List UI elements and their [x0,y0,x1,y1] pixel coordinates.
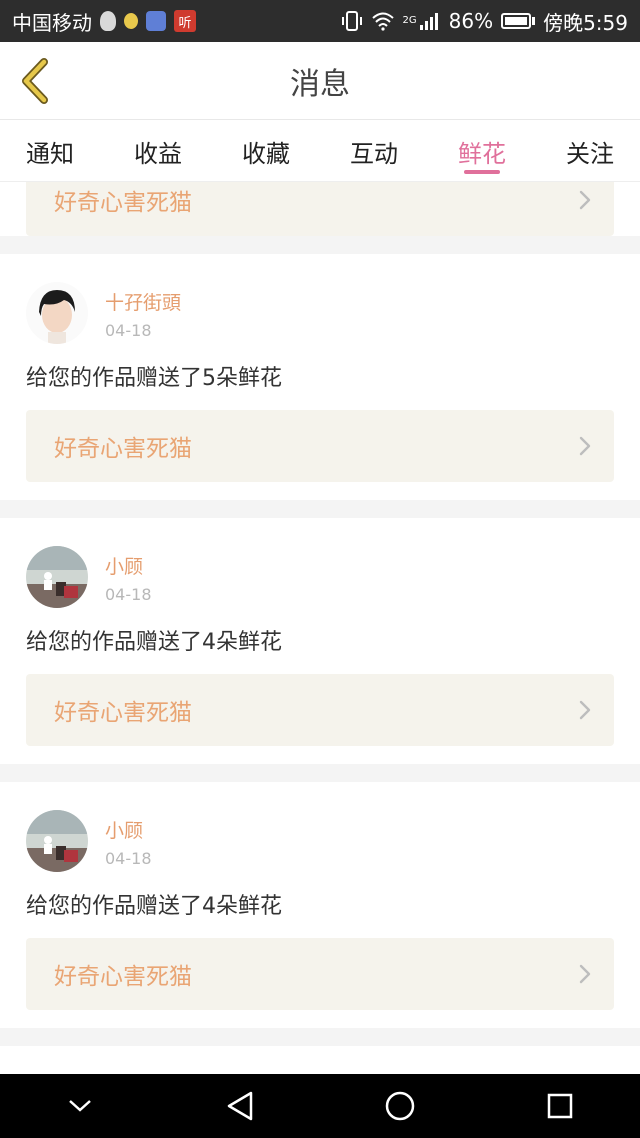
chevron-right-icon [579,190,591,210]
recents-button[interactable] [540,1086,580,1126]
header-bar: 消息 [0,42,640,120]
tab-label: 收藏 [242,140,290,168]
tab-earnings[interactable]: 收益 [134,120,182,181]
feed-card: 小顾 04-18 给您的作品赠送了4朵鲜花 好奇心害死猫 [0,518,640,764]
clock: 傍晚5:59 [543,10,628,35]
message-date: 04-18 [105,585,152,604]
network-label: 2G [402,14,417,26]
status-right: 2G 86% 傍晚5:59 [341,7,628,36]
tab-favorites[interactable]: 收藏 [242,120,290,181]
user-row: 小顾 04-18 [26,782,614,872]
feed-card: 十孖街頭 04-18 给您的作品赠送了5朵鲜花 好奇心害死猫 [0,254,640,500]
active-tab-indicator [464,170,500,174]
collapse-button[interactable] [60,1086,100,1126]
bulb-icon [124,13,138,29]
message-feed[interactable]: 好奇心害死猫 十孖街頭 04-18 给您的作品赠送了5朵鲜花 好奇心害死猫 小顾… [0,182,640,1074]
message-date: 04-18 [105,321,152,340]
message-text: 给您的作品赠送了4朵鲜花 [26,894,282,919]
work-link[interactable]: 好奇心害死猫 [26,182,614,236]
back-triangle-icon [227,1091,253,1121]
back-button[interactable] [220,1086,260,1126]
chevron-right-icon [579,964,591,984]
back-arrow-icon[interactable] [16,58,56,104]
avatar[interactable] [26,810,88,872]
tab-notifications[interactable]: 通知 [26,120,74,181]
work-title: 好奇心害死猫 [54,436,192,462]
music-icon [146,11,166,31]
vibrate-icon [341,11,362,31]
tab-label: 鲜花 [458,140,506,168]
avatar[interactable] [26,546,88,608]
feed-card-next [0,1046,640,1074]
tab-label: 互动 [350,140,398,168]
home-button[interactable] [380,1086,420,1126]
username[interactable]: 小顾 [105,552,152,579]
battery-percent: 86% [448,9,494,33]
status-left: 中国移动 听 [12,7,196,36]
tab-label: 收益 [134,140,182,168]
work-title: 好奇心害死猫 [54,964,192,990]
status-bar: 中国移动 听 2G 86% 傍晚5:59 [0,0,640,42]
avatar[interactable] [26,282,88,344]
username[interactable]: 小顾 [105,816,152,843]
work-title: 好奇心害死猫 [54,700,192,726]
username[interactable]: 十孖街頭 [105,288,181,315]
tab-label: 关注 [566,140,614,168]
message-text: 给您的作品赠送了5朵鲜花 [26,366,282,391]
tab-following[interactable]: 关注 [566,120,614,181]
message-text: 给您的作品赠送了4朵鲜花 [26,630,282,655]
screen: 中国移动 听 2G 86% 傍晚5:59 消息 通知 收益 收藏 互动 鲜花 关… [0,0,640,1138]
tab-label: 通知 [26,140,74,168]
user-row: 小顾 04-18 [26,518,614,608]
carrier-label: 中国移动 [12,10,92,35]
signal-icon [419,13,438,30]
chevron-right-icon [579,700,591,720]
recents-square-icon [547,1093,573,1119]
wifi-icon [371,12,394,31]
page-title: 消息 [290,66,350,102]
user-meta: 十孖街頭 04-18 [105,282,181,340]
work-link[interactable]: 好奇心害死猫 [26,938,614,1010]
tab-flowers[interactable]: 鲜花 [458,120,506,181]
chevron-down-icon [69,1100,91,1112]
qq-icon [100,11,116,31]
work-title: 好奇心害死猫 [54,190,192,216]
user-meta: 小顾 04-18 [105,810,152,868]
chevron-right-icon [579,436,591,456]
home-circle-icon [385,1091,415,1121]
tab-bar: 通知 收益 收藏 互动 鲜花 关注 [0,120,640,182]
ting-icon: 听 [174,10,196,32]
tab-interactions[interactable]: 互动 [350,120,398,181]
message-date: 04-18 [105,849,152,868]
user-row: 十孖街頭 04-18 [26,254,614,344]
feed-card-partial: 好奇心害死猫 [0,182,640,236]
work-link[interactable]: 好奇心害死猫 [26,674,614,746]
feed-card: 小顾 04-18 给您的作品赠送了4朵鲜花 好奇心害死猫 [0,782,640,1028]
user-meta: 小顾 04-18 [105,546,152,604]
work-link[interactable]: 好奇心害死猫 [26,410,614,482]
battery-icon [501,13,536,29]
system-nav-bar [0,1074,640,1138]
